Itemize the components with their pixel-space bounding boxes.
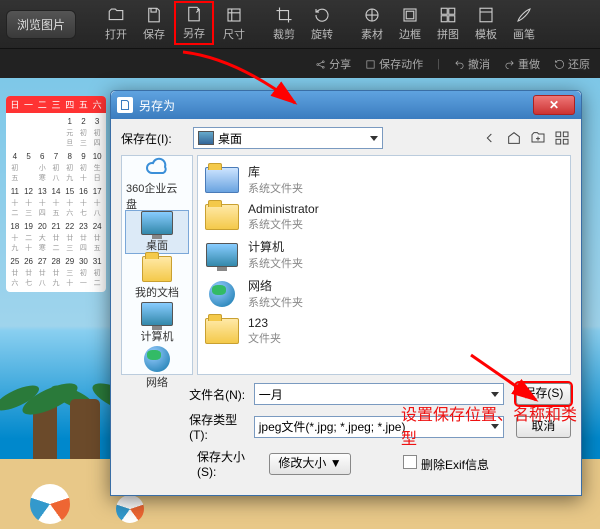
save-in-label: 保存在(I):: [121, 130, 187, 147]
redo-button[interactable]: 重做: [504, 56, 540, 72]
material-tool[interactable]: 素材: [354, 4, 390, 44]
filename-label: 文件名(N):: [189, 386, 248, 403]
calendar-widget: 日一二三四五六 1元旦2初三3初四4初五56小寒7初八8初九9初十10生日11十…: [6, 96, 106, 292]
resize-button[interactable]: 修改大小 ▼: [269, 453, 351, 475]
delete-exif-checkbox[interactable]: 删除Exif信息: [403, 455, 489, 473]
place-docs[interactable]: 我的文档: [126, 256, 188, 300]
place-cloud[interactable]: 360企业云盘: [126, 160, 188, 208]
undo-button[interactable]: 撤消: [454, 56, 490, 72]
file-item[interactable]: 计算机系统文件夹: [202, 235, 566, 274]
restore-button[interactable]: 还原: [554, 56, 590, 72]
template-tool[interactable]: 模板: [468, 4, 504, 44]
save-in-combo[interactable]: 桌面: [193, 127, 383, 149]
place-desktop[interactable]: 桌面: [125, 210, 189, 254]
size-tool[interactable]: 尺寸: [216, 4, 252, 44]
back-icon[interactable]: [481, 129, 499, 147]
file-item[interactable]: 123文件夹: [202, 313, 566, 349]
place-network[interactable]: 网络: [126, 346, 188, 390]
dialog-icon: [117, 97, 133, 113]
annotation-text: 设置保存位置、名称和类型: [401, 401, 581, 449]
calendar-header: 日一二三四五六: [6, 96, 106, 113]
desktop-icon: [198, 131, 214, 145]
filetype-label: 保存类型(T):: [189, 411, 248, 442]
main-toolbar: 浏览图片 打开 保存 另存 尺寸 裁剪 旋转 素材 边框 拼图 模板 画笔: [0, 0, 600, 49]
rotate-tool[interactable]: 旋转: [304, 4, 340, 44]
brush-tool[interactable]: 画笔: [506, 4, 542, 44]
dialog-titlebar[interactable]: 另存为 ✕: [111, 91, 581, 119]
browse-image-button[interactable]: 浏览图片: [6, 10, 76, 39]
file-item[interactable]: 库系统文件夹: [202, 160, 566, 199]
filesize-label: 保存大小(S):: [197, 448, 263, 479]
save-action-button[interactable]: 保存动作: [365, 56, 423, 72]
new-folder-icon[interactable]: [529, 129, 547, 147]
chevron-down-icon: [370, 136, 378, 141]
dialog-title: 另存为: [139, 97, 175, 114]
view-icon[interactable]: [553, 129, 571, 147]
place-computer[interactable]: 计算机: [126, 302, 188, 344]
saveas-tool[interactable]: 另存: [174, 1, 214, 45]
crop-tool[interactable]: 裁剪: [266, 4, 302, 44]
open-tool[interactable]: 打开: [98, 4, 134, 44]
file-list[interactable]: 库系统文件夹Administrator系统文件夹计算机系统文件夹网络系统文件夹1…: [197, 155, 571, 375]
puzzle-tool[interactable]: 拼图: [430, 4, 466, 44]
file-item[interactable]: 网络系统文件夹: [202, 274, 566, 313]
border-tool[interactable]: 边框: [392, 4, 428, 44]
places-sidebar: 360企业云盘 桌面 我的文档 计算机 网络: [121, 155, 193, 375]
up-icon[interactable]: [505, 129, 523, 147]
calendar-days: 1元旦2初三3初四4初五56小寒7初八8初九9初十10生日11十二12十三13十…: [6, 113, 106, 292]
file-item[interactable]: Administrator系统文件夹: [202, 199, 566, 235]
close-button[interactable]: ✕: [533, 95, 575, 115]
share-button[interactable]: 分享: [315, 56, 351, 72]
saveas-dialog: 另存为 ✕ 保存在(I): 桌面: [110, 90, 582, 496]
sub-toolbar: 分享 保存动作 | 撤消 重做 还原: [0, 49, 600, 79]
save-tool[interactable]: 保存: [136, 4, 172, 44]
